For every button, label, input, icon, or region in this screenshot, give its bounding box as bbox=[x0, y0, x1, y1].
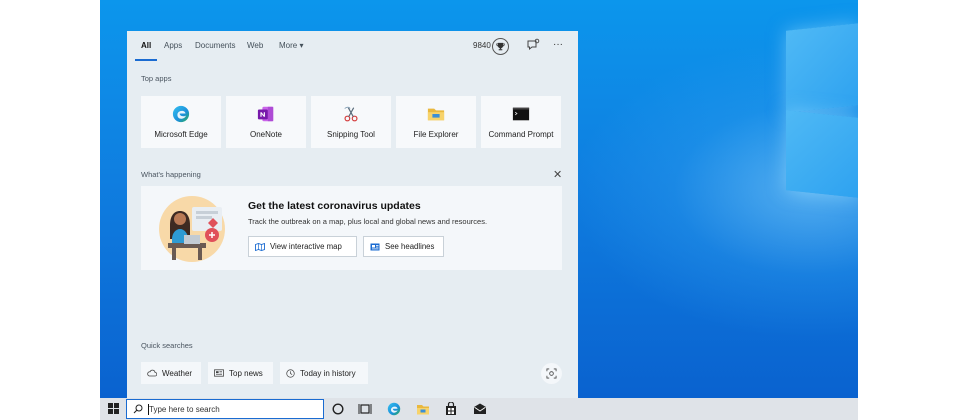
taskbar: Type here to search bbox=[100, 398, 858, 420]
mail-icon[interactable] bbox=[473, 402, 487, 416]
view-interactive-map-label: View interactive map bbox=[270, 242, 342, 251]
clock-icon bbox=[286, 368, 295, 378]
see-headlines-button[interactable]: See headlines bbox=[363, 236, 444, 257]
store-icon[interactable] bbox=[444, 402, 458, 416]
tab-more-label: More bbox=[279, 41, 298, 50]
tab-web[interactable]: Web bbox=[247, 41, 263, 50]
app-tile-onenote[interactable]: OneNote bbox=[226, 96, 306, 148]
search-tabs: All Apps Documents Web More ▾ 9840 ··· bbox=[127, 31, 578, 61]
cloud-icon bbox=[147, 369, 157, 377]
screen: All Apps Documents Web More ▾ 9840 ··· T… bbox=[0, 0, 960, 420]
windows-logo-pane bbox=[786, 23, 858, 113]
newspaper-icon bbox=[214, 369, 224, 377]
file-explorer-icon bbox=[427, 108, 445, 121]
search-placeholder: Type here to search bbox=[149, 404, 220, 414]
rewards-points: 9840 bbox=[473, 41, 491, 50]
quick-search-label: Today in history bbox=[300, 368, 356, 378]
file-explorer-taskbar-icon[interactable] bbox=[416, 402, 430, 416]
app-tile-label: File Explorer bbox=[413, 130, 459, 139]
edge-taskbar-icon[interactable] bbox=[387, 402, 401, 416]
person-with-laptop-illustration bbox=[159, 196, 225, 262]
app-tile-file-explorer[interactable]: File Explorer bbox=[396, 96, 476, 148]
visual-search-button[interactable] bbox=[541, 363, 562, 384]
task-view-icon[interactable] bbox=[358, 402, 372, 416]
coronavirus-updates-card[interactable]: Get the latest coronavirus updates Track… bbox=[141, 186, 562, 270]
windows-logo-pane bbox=[786, 110, 858, 198]
quick-search-weather[interactable]: Weather bbox=[141, 362, 201, 384]
command-prompt-icon bbox=[512, 107, 530, 121]
snipping-tool-icon bbox=[344, 106, 358, 122]
active-tab-indicator bbox=[135, 59, 157, 61]
app-tile-microsoft-edge[interactable]: Microsoft Edge bbox=[141, 96, 221, 148]
app-tile-command-prompt[interactable]: Command Prompt bbox=[481, 96, 561, 148]
app-tile-label: OneNote bbox=[249, 130, 283, 139]
tab-documents[interactable]: Documents bbox=[195, 41, 235, 50]
windows-start-icon[interactable] bbox=[108, 403, 119, 414]
edge-icon bbox=[172, 105, 190, 123]
top-apps-heading: Top apps bbox=[141, 74, 172, 83]
more-options-icon[interactable]: ··· bbox=[553, 39, 563, 50]
feedback-icon[interactable] bbox=[526, 38, 540, 52]
quick-search-label: Weather bbox=[162, 368, 193, 378]
tab-more[interactable]: More ▾ bbox=[279, 41, 303, 50]
trophy-icon[interactable] bbox=[492, 38, 509, 55]
card-title: Get the latest coronavirus updates bbox=[248, 200, 421, 212]
news-icon bbox=[370, 243, 380, 250]
quick-search-top-news[interactable]: Top news bbox=[208, 362, 273, 384]
chevron-down-icon: ▾ bbox=[299, 41, 304, 50]
search-panel: All Apps Documents Web More ▾ 9840 ··· T… bbox=[127, 31, 578, 398]
search-icon bbox=[133, 404, 143, 414]
close-icon[interactable]: ✕ bbox=[553, 168, 562, 181]
cortana-icon[interactable] bbox=[331, 402, 345, 416]
tab-all[interactable]: All bbox=[141, 41, 151, 50]
quick-searches-heading: Quick searches bbox=[141, 341, 193, 350]
card-description: Track the outbreak on a map, plus local … bbox=[248, 217, 488, 226]
see-headlines-label: See headlines bbox=[385, 242, 435, 251]
quick-search-label: Top news bbox=[229, 368, 263, 378]
view-interactive-map-button[interactable]: View interactive map bbox=[248, 236, 357, 257]
app-tile-snipping-tool[interactable]: Snipping Tool bbox=[311, 96, 391, 148]
app-tile-label: Snipping Tool bbox=[327, 130, 375, 139]
taskbar-search-input[interactable]: Type here to search bbox=[126, 399, 324, 419]
tab-apps[interactable]: Apps bbox=[164, 41, 182, 50]
camera-search-icon bbox=[546, 368, 557, 379]
quick-search-today-in-history[interactable]: Today in history bbox=[280, 362, 368, 384]
map-icon bbox=[255, 242, 265, 251]
whats-happening-heading: What's happening bbox=[141, 170, 201, 179]
app-tile-label: Microsoft Edge bbox=[154, 130, 208, 139]
app-tile-label: Command Prompt bbox=[488, 130, 554, 139]
onenote-icon bbox=[257, 106, 274, 122]
